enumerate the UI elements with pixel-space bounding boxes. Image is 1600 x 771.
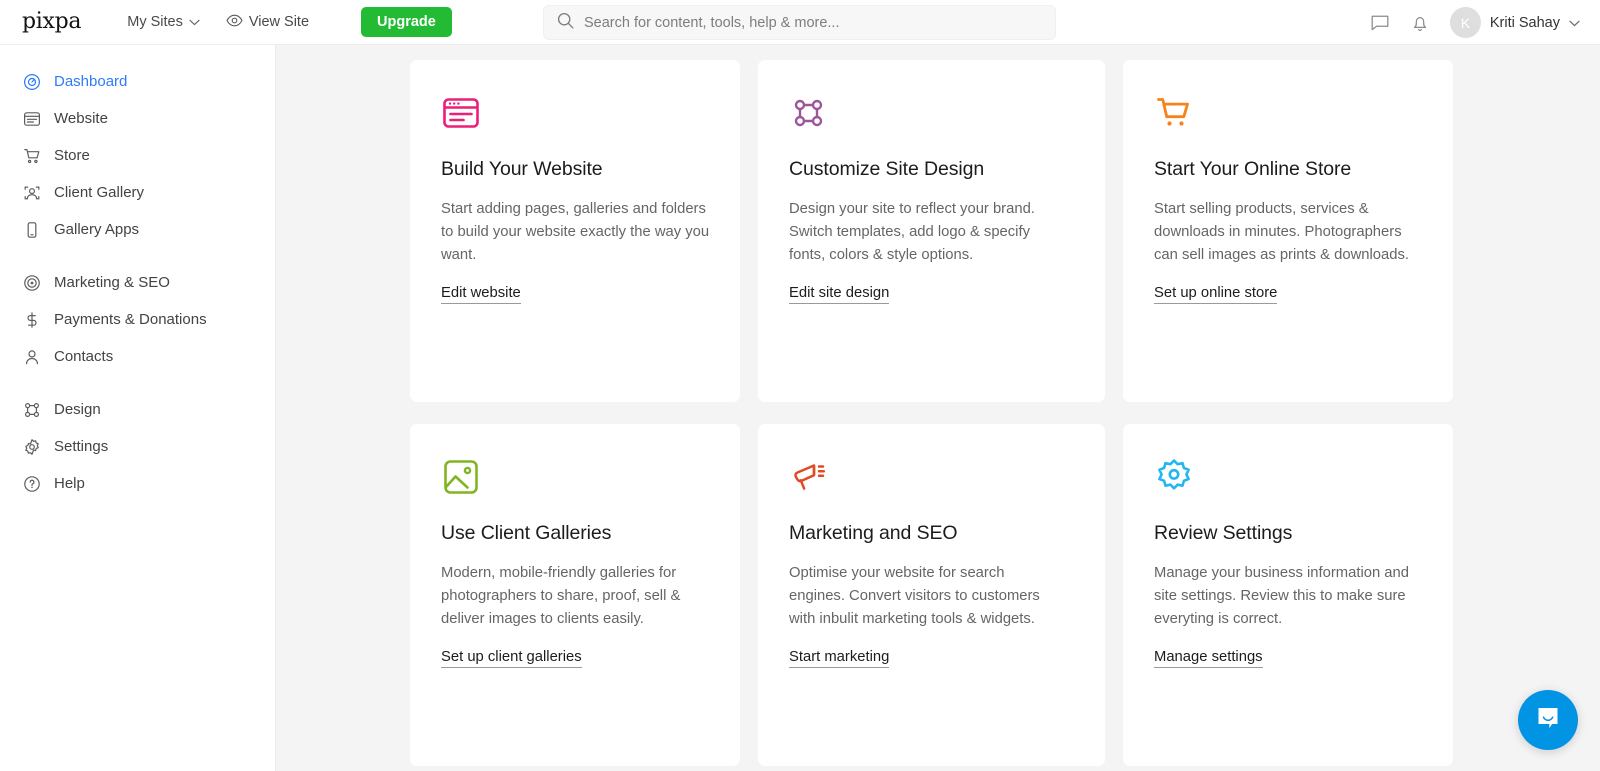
card-description: Start adding pages, galleries and folder… xyxy=(441,201,710,263)
avatar: K xyxy=(1449,7,1481,38)
card-description: Start selling products, services & downl… xyxy=(1154,201,1409,263)
client-gallery-icon xyxy=(22,183,41,202)
sidebar-item-label: Contacts xyxy=(54,348,114,365)
card-customize-site-design[interactable]: Customize Site Design Design your site t… xyxy=(758,60,1105,402)
search-box[interactable] xyxy=(543,5,1056,40)
sidebar-item-label: Help xyxy=(54,475,85,492)
set-up-online-store-link[interactable]: Set up online store xyxy=(1154,285,1278,304)
chevron-down-icon xyxy=(189,14,200,30)
top-nav: My Sites View Site Upgrade xyxy=(127,6,452,38)
my-sites-label: My Sites xyxy=(127,14,183,30)
search-input[interactable] xyxy=(584,14,1004,31)
search-container xyxy=(543,5,1056,40)
sidebar-item-label: Design xyxy=(54,401,101,418)
card-start-online-store[interactable]: Start Your Online Store Start selling pr… xyxy=(1123,60,1453,402)
eye-icon xyxy=(226,14,243,31)
design-nodes-icon xyxy=(22,400,41,419)
card-title: Build Your Website xyxy=(441,158,603,180)
manage-settings-link[interactable]: Manage settings xyxy=(1154,649,1263,668)
sidebar-item-marketing-seo[interactable]: Marketing & SEO xyxy=(0,264,275,301)
browser-window-icon xyxy=(441,93,710,137)
settings-gear-icon xyxy=(22,437,41,456)
my-sites-dropdown[interactable]: My Sites xyxy=(127,14,200,30)
main-content: Build Your Website Start adding pages, g… xyxy=(276,45,1600,771)
settings-gear-icon xyxy=(1154,457,1423,501)
top-bar: pixpa My Sites View Site Upgrade Search … xyxy=(0,0,1600,45)
sidebar-item-label: Dashboard xyxy=(54,73,128,90)
view-site-label: View Site xyxy=(248,14,310,30)
card-review-settings[interactable]: Review Settings Manage your business inf… xyxy=(1123,424,1453,766)
sidebar-item-label: Payments & Donations xyxy=(54,311,207,328)
chat-bubble-icon xyxy=(1533,703,1563,738)
sidebar-item-label: Store xyxy=(54,147,90,164)
user-menu[interactable]: K Kriti Sahay xyxy=(1449,7,1580,38)
sidebar-item-dashboard[interactable]: Dashboard xyxy=(0,63,275,100)
sidebar-item-gallery-apps[interactable]: Gallery Apps xyxy=(0,211,275,248)
image-gallery-icon xyxy=(441,457,710,501)
card-title: Use Client Galleries xyxy=(441,522,612,544)
sidebar-item-help[interactable]: Help xyxy=(0,465,275,502)
search-icon xyxy=(557,12,574,34)
sidebar-divider xyxy=(0,375,275,391)
sidebar-item-design[interactable]: Design xyxy=(0,391,275,428)
megaphone-icon xyxy=(789,457,1075,501)
chevron-down-icon xyxy=(1569,14,1580,32)
card-description: Design your site to reflect your brand. … xyxy=(789,201,1035,263)
quickstart-card-grid: Build Your Website Start adding pages, g… xyxy=(276,45,1600,766)
card-description: Modern, mobile-friendly galleries for ph… xyxy=(441,565,681,627)
user-name: Kriti Sahay xyxy=(1489,14,1560,31)
card-title: Start Your Online Store xyxy=(1154,158,1352,180)
card-title: Customize Site Design xyxy=(789,158,985,180)
payments-dollar-icon xyxy=(22,310,41,329)
card-marketing-and-seo[interactable]: Marketing and SEO Optimise your website … xyxy=(758,424,1105,766)
edit-site-design-link[interactable]: Edit site design xyxy=(789,285,890,304)
sidebar-divider xyxy=(0,248,275,264)
sidebar: Dashboard Website Store Client Gallery G… xyxy=(0,45,276,771)
start-marketing-link[interactable]: Start marketing xyxy=(789,649,890,668)
sidebar-item-label: Settings xyxy=(54,438,109,455)
top-bar-right: K Kriti Sahay xyxy=(1370,0,1580,45)
sidebar-item-label: Website xyxy=(54,110,108,127)
set-up-client-galleries-link[interactable]: Set up client galleries xyxy=(441,649,582,668)
card-description: Manage your business information and sit… xyxy=(1154,565,1409,627)
card-build-your-website[interactable]: Build Your Website Start adding pages, g… xyxy=(410,60,740,402)
website-icon xyxy=(22,109,41,128)
sidebar-item-label: Client Gallery xyxy=(54,184,145,201)
notifications-bell-icon[interactable] xyxy=(1410,13,1430,33)
card-title: Marketing and SEO xyxy=(789,522,958,544)
sidebar-item-contacts[interactable]: Contacts xyxy=(0,338,275,375)
view-site-button[interactable]: View Site xyxy=(226,14,309,31)
card-use-client-galleries[interactable]: Use Client Galleries Modern, mobile-frie… xyxy=(410,424,740,766)
sidebar-item-settings[interactable]: Settings xyxy=(0,428,275,465)
messages-icon[interactable] xyxy=(1370,13,1390,33)
sidebar-item-payments-donations[interactable]: Payments & Donations xyxy=(0,301,275,338)
sidebar-item-client-gallery[interactable]: Client Gallery xyxy=(0,174,275,211)
design-nodes-icon xyxy=(789,93,1075,137)
card-description: Optimise your website for search engines… xyxy=(789,565,1040,627)
pixpa-logo[interactable]: pixpa xyxy=(22,11,82,33)
sidebar-item-label: Gallery Apps xyxy=(54,221,140,238)
sidebar-item-website[interactable]: Website xyxy=(0,100,275,137)
gallery-apps-icon xyxy=(22,220,41,239)
sidebar-item-label: Marketing & SEO xyxy=(54,274,170,291)
help-question-icon xyxy=(22,474,41,493)
card-title: Review Settings xyxy=(1154,522,1293,544)
marketing-seo-icon xyxy=(22,273,41,292)
contacts-person-icon xyxy=(22,347,41,366)
edit-website-link[interactable]: Edit website xyxy=(441,285,521,304)
chat-launcher-button[interactable] xyxy=(1518,690,1578,750)
shopping-cart-icon xyxy=(1154,93,1423,137)
dashboard-icon xyxy=(22,72,41,91)
sidebar-item-store[interactable]: Store xyxy=(0,137,275,174)
upgrade-button[interactable]: Upgrade xyxy=(361,6,452,38)
store-cart-icon xyxy=(22,146,41,165)
